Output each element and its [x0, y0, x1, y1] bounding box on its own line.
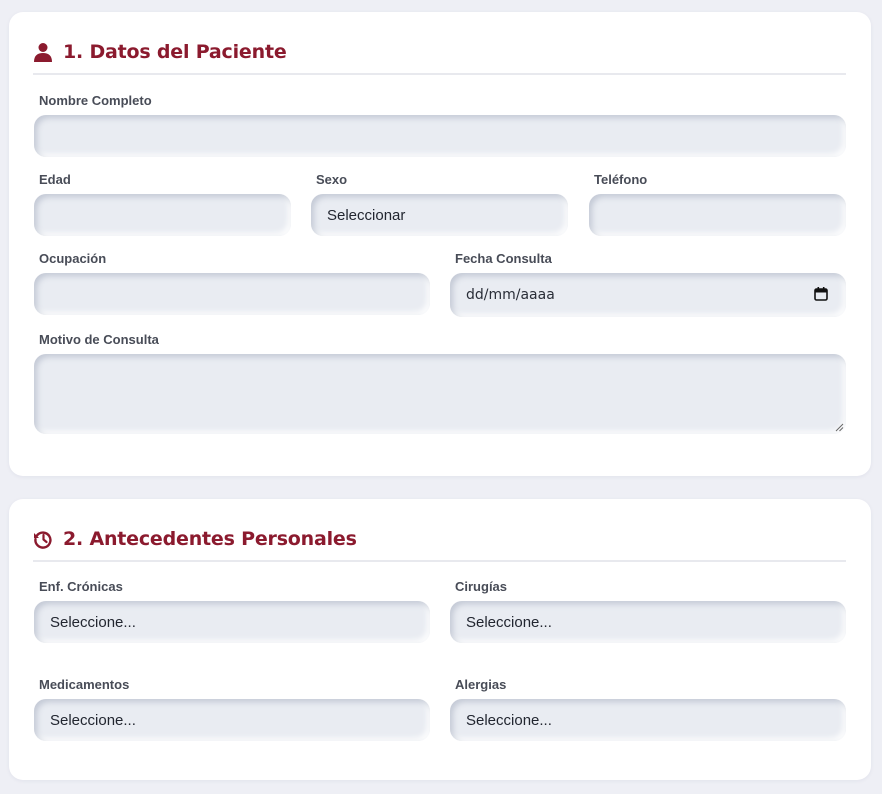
history-icon: [34, 531, 52, 549]
telefono-input[interactable]: [589, 194, 846, 236]
alergias-select[interactable]: Seleccione...: [450, 699, 846, 741]
medicamentos-label: Medicamentos: [39, 677, 130, 692]
section-divider: [33, 560, 846, 562]
fecha-placeholder: dd/mm/aaaa: [466, 287, 555, 303]
user-icon: [34, 43, 52, 62]
fecha-label: Fecha Consulta: [455, 251, 552, 266]
alergias-select-value: Seleccione...: [466, 711, 552, 729]
section-header: 1. Datos del Paciente: [33, 36, 287, 68]
sexo-select[interactable]: Seleccionar: [311, 194, 568, 236]
ocupacion-label: Ocupación: [39, 251, 107, 266]
edad-input[interactable]: [34, 194, 291, 236]
section-header: 2. Antecedentes Personales: [33, 523, 357, 555]
medicamentos-select-value: Seleccione...: [50, 711, 136, 729]
fecha-input[interactable]: dd/mm/aaaa: [450, 273, 846, 317]
nombre-input[interactable]: [34, 115, 846, 157]
alergias-label: Alergias: [455, 677, 507, 692]
motivo-label: Motivo de Consulta: [39, 332, 159, 347]
sexo-label: Sexo: [316, 172, 348, 187]
section-title: 2. Antecedentes Personales: [63, 528, 357, 550]
patient-data-card: 1. Datos del Paciente Nombre Completo Ed…: [9, 12, 871, 476]
cronicas-select[interactable]: Seleccione...: [34, 601, 430, 643]
section-divider: [33, 73, 846, 75]
personal-history-card: 2. Antecedentes Personales Enf. Crónicas…: [9, 499, 871, 780]
section-title: 1. Datos del Paciente: [63, 41, 287, 63]
cirugias-select-value: Seleccione...: [466, 613, 552, 631]
ocupacion-input[interactable]: [34, 273, 430, 315]
telefono-label: Teléfono: [594, 172, 648, 187]
resize-handle-icon[interactable]: [834, 422, 844, 432]
cronicas-label: Enf. Crónicas: [39, 579, 123, 594]
cirugias-select[interactable]: Seleccione...: [450, 601, 846, 643]
cirugias-label: Cirugías: [455, 579, 508, 594]
edad-label: Edad: [39, 172, 71, 187]
cronicas-select-value: Seleccione...: [50, 613, 136, 631]
sexo-select-value: Seleccionar: [327, 206, 406, 224]
medicamentos-select[interactable]: Seleccione...: [34, 699, 430, 741]
calendar-icon[interactable]: [814, 287, 828, 301]
nombre-label: Nombre Completo: [39, 93, 152, 108]
motivo-textarea[interactable]: [34, 354, 846, 434]
